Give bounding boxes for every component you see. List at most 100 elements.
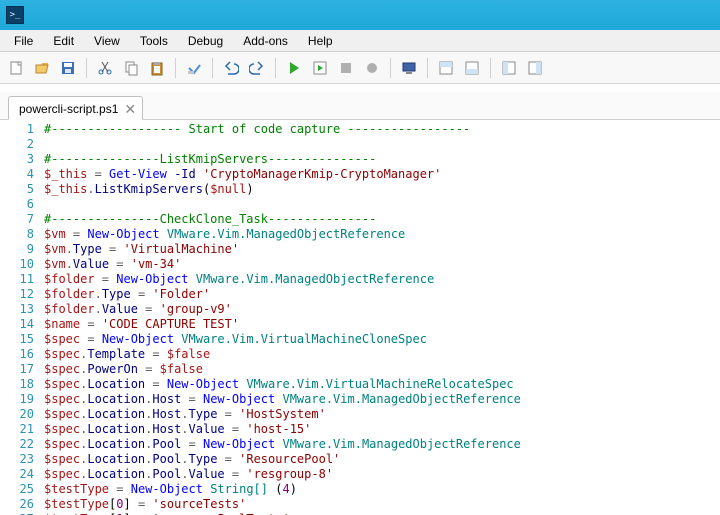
new-icon[interactable]: [4, 56, 28, 80]
code-line[interactable]: $spec.Template = $false: [44, 347, 720, 362]
close-icon[interactable]: ✕: [124, 102, 136, 116]
menu-edit[interactable]: Edit: [43, 32, 84, 50]
stop-icon[interactable]: [334, 56, 358, 80]
panel-icon[interactable]: [497, 56, 521, 80]
menu-debug[interactable]: Debug: [178, 32, 233, 50]
code-editor[interactable]: 1234567891011121314151617181920212223242…: [0, 120, 720, 515]
code-line[interactable]: $folder.Type = 'Folder': [44, 287, 720, 302]
code-line[interactable]: [44, 137, 720, 152]
step-icon[interactable]: [360, 56, 384, 80]
token-str: 'vm-34': [131, 257, 182, 271]
token-op: =: [145, 347, 167, 361]
code-line[interactable]: $spec.Location = New-Object VMware.Vim.V…: [44, 377, 720, 392]
line-number: 5: [0, 182, 34, 197]
token-member: Value: [189, 467, 225, 481]
token-var: $false: [160, 362, 203, 376]
token-op: =: [217, 407, 239, 421]
cut-icon[interactable]: [93, 56, 117, 80]
code-line[interactable]: $spec = New-Object VMware.Vim.VirtualMac…: [44, 332, 720, 347]
token-member: PowerOn: [87, 362, 138, 376]
token-op: =: [80, 332, 102, 346]
token-var: $spec: [44, 407, 80, 421]
line-number: 16: [0, 347, 34, 362]
menu-add-ons[interactable]: Add-ons: [233, 32, 298, 50]
code-line[interactable]: $_this.ListKmipServers($null): [44, 182, 720, 197]
redo-icon[interactable]: [245, 56, 269, 80]
run-selection-icon[interactable]: [308, 56, 332, 80]
token-paren: ]: [124, 497, 131, 511]
token-op: =: [80, 317, 102, 331]
code-line[interactable]: $_this = Get-View -Id 'CryptoManagerKmip…: [44, 167, 720, 182]
token-var: $folder: [44, 272, 95, 286]
save-icon[interactable]: [56, 56, 80, 80]
menu-view[interactable]: View: [84, 32, 130, 50]
token-var: $_this: [44, 167, 87, 181]
code-line[interactable]: $vm.Type = 'VirtualMachine': [44, 242, 720, 257]
token-cmd: New-Object: [203, 437, 275, 451]
code-line[interactable]: $spec.Location.Host.Type = 'HostSystem': [44, 407, 720, 422]
code-line[interactable]: $spec.Location.Host.Value = 'host-15': [44, 422, 720, 437]
code-line[interactable]: $vm.Value = 'vm-34': [44, 257, 720, 272]
menu-file[interactable]: File: [4, 32, 43, 50]
code-line[interactable]: $testType = New-Object String[] (4): [44, 482, 720, 497]
panelr-icon[interactable]: [523, 56, 547, 80]
token-member: Pool: [152, 437, 181, 451]
code-line[interactable]: $spec.Location.Pool.Type = 'ResourcePool…: [44, 452, 720, 467]
code-line[interactable]: #---------------ListKmipServers---------…: [44, 152, 720, 167]
line-number: 11: [0, 272, 34, 287]
token-op: =: [87, 167, 109, 181]
gutter: 1234567891011121314151617181920212223242…: [0, 120, 40, 515]
token-var: $spec: [44, 452, 80, 466]
token-type: String[]: [210, 482, 268, 496]
line-number: 1: [0, 122, 34, 137]
menu-help[interactable]: Help: [298, 32, 343, 50]
token-var: $folder: [44, 302, 95, 316]
pane1-icon[interactable]: [434, 56, 458, 80]
line-number: 21: [0, 422, 34, 437]
open-icon[interactable]: [30, 56, 54, 80]
token-str: 'group-v9': [160, 302, 232, 316]
remote-icon[interactable]: [397, 56, 421, 80]
clear-icon[interactable]: [182, 56, 206, 80]
code-line[interactable]: #------------------ Start of code captur…: [44, 122, 720, 137]
code-line[interactable]: [44, 197, 720, 212]
tab-active[interactable]: powercli-script.ps1 ✕: [8, 96, 143, 120]
token-cmd: New-Object: [131, 482, 203, 496]
token-member: Location: [87, 452, 145, 466]
token-str: 'sourceTests': [152, 497, 246, 511]
token-str: 'VirtualMachine': [124, 242, 240, 256]
token-var: $folder: [44, 287, 95, 301]
paste-icon[interactable]: [145, 56, 169, 80]
code-line[interactable]: $testType[0] = 'sourceTests': [44, 497, 720, 512]
app-icon-glyph: >_: [10, 10, 21, 20]
toolbar-separator: [212, 58, 213, 78]
menu-tools[interactable]: Tools: [130, 32, 178, 50]
code-line[interactable]: $spec.Location.Pool.Value = 'resgroup-8': [44, 467, 720, 482]
line-number: 15: [0, 332, 34, 347]
code-line[interactable]: $folder = New-Object VMware.Vim.ManagedO…: [44, 272, 720, 287]
token-comment: #---------------ListKmipServers---------…: [44, 152, 376, 166]
code-line[interactable]: $spec.PowerOn = $false: [44, 362, 720, 377]
token-member: Pool: [152, 452, 181, 466]
undo-icon[interactable]: [219, 56, 243, 80]
token-comment: #---------------CheckClone_Task---------…: [44, 212, 376, 226]
line-number: 7: [0, 212, 34, 227]
code-line[interactable]: #---------------CheckClone_Task---------…: [44, 212, 720, 227]
copy-icon[interactable]: [119, 56, 143, 80]
line-number: 19: [0, 392, 34, 407]
code-line[interactable]: $vm = New-Object VMware.Vim.ManagedObjec…: [44, 227, 720, 242]
code-line[interactable]: $spec.Location.Pool = New-Object VMware.…: [44, 437, 720, 452]
run-icon[interactable]: [282, 56, 306, 80]
token-var: $false: [167, 347, 210, 361]
code-line[interactable]: $name = 'CODE CAPTURE TEST': [44, 317, 720, 332]
token-var: $testType: [44, 482, 109, 496]
token-var: $spec: [44, 437, 80, 451]
token-op: =: [138, 362, 160, 376]
code-area[interactable]: #------------------ Start of code captur…: [40, 120, 720, 515]
pane2-icon[interactable]: [460, 56, 484, 80]
code-line[interactable]: $spec.Location.Host = New-Object VMware.…: [44, 392, 720, 407]
line-number: 23: [0, 452, 34, 467]
token-type: VMware.Vim.ManagedObjectReference: [282, 392, 520, 406]
code-line[interactable]: $folder.Value = 'group-v9': [44, 302, 720, 317]
line-number: 12: [0, 287, 34, 302]
